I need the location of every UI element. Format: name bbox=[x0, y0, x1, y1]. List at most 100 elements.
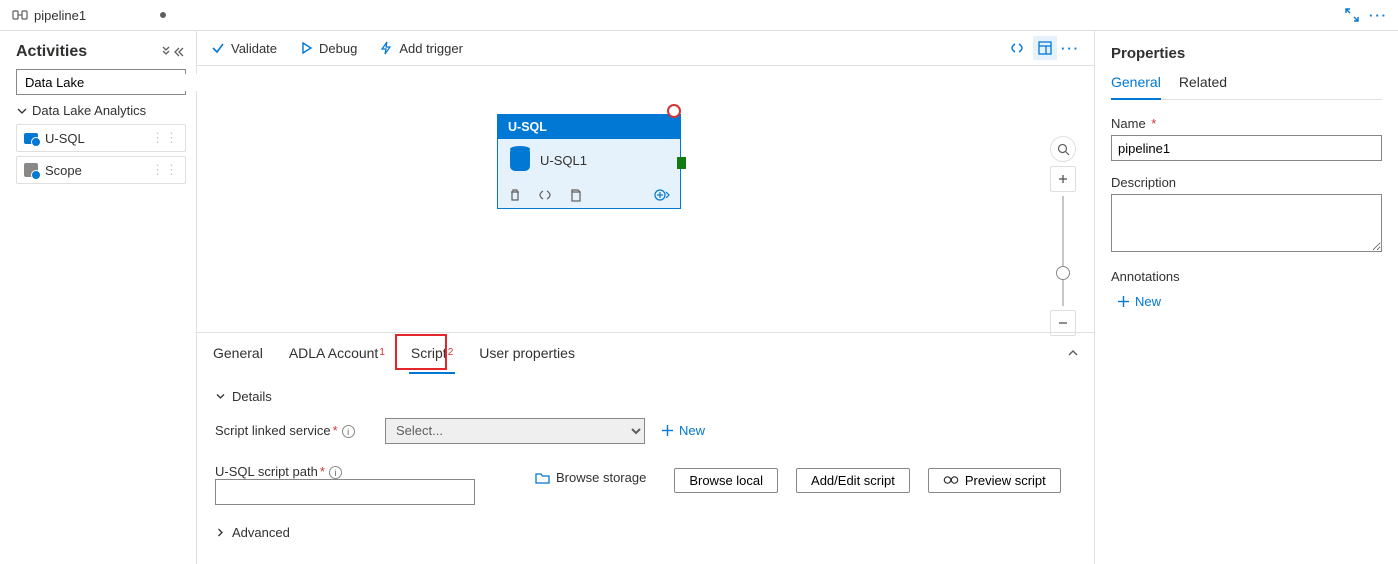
plus-icon bbox=[661, 424, 674, 437]
activities-title: Activities bbox=[16, 43, 186, 61]
main-layout: Activities Data Lake Analytics U-SQL ⋮⋮ … bbox=[0, 31, 1398, 564]
debug-button[interactable]: Debug bbox=[299, 41, 357, 56]
activity-item-usql[interactable]: U-SQL ⋮⋮ bbox=[16, 124, 186, 152]
top-tab-bar: pipeline1 ··· bbox=[0, 0, 1398, 31]
zoom-slider[interactable] bbox=[1062, 196, 1064, 306]
name-field-label: Name * bbox=[1111, 116, 1382, 131]
script-path-row: U-SQL script path*i Browse storage Brows… bbox=[215, 464, 1076, 506]
database-icon bbox=[510, 149, 530, 171]
properties-panel: Properties General Related Name * Descri… bbox=[1094, 31, 1398, 564]
properties-toggle-icon[interactable] bbox=[1033, 36, 1057, 60]
bottom-panel: General ADLA Account1 Script2 User prope… bbox=[197, 332, 1094, 564]
scope-icon bbox=[23, 162, 39, 178]
node-body: U-SQL1 bbox=[498, 139, 680, 182]
toolbar-more-icon[interactable]: ··· bbox=[1061, 41, 1080, 56]
expand-icon[interactable] bbox=[1345, 8, 1359, 22]
copy-icon[interactable] bbox=[568, 188, 582, 202]
properties-tab-related[interactable]: Related bbox=[1179, 74, 1227, 99]
pipeline-toolbar: Validate Debug Add trigger ··· bbox=[197, 31, 1094, 66]
add-output-icon[interactable] bbox=[654, 188, 670, 202]
preview-script-button[interactable]: Preview script bbox=[928, 468, 1061, 493]
info-icon[interactable]: i bbox=[342, 425, 355, 438]
info-icon[interactable]: i bbox=[329, 466, 342, 479]
bottom-content: Details Script linked service*i Select..… bbox=[197, 373, 1094, 564]
properties-tab-general[interactable]: General bbox=[1111, 74, 1161, 100]
browse-storage-button[interactable]: Browse storage bbox=[535, 470, 646, 485]
pipeline-icon bbox=[12, 7, 28, 23]
drag-grip-icon: ⋮⋮ bbox=[151, 130, 179, 146]
browse-storage-label: Browse storage bbox=[556, 470, 646, 485]
preview-icon bbox=[943, 475, 959, 485]
node-output-handle[interactable] bbox=[677, 157, 686, 169]
validate-button[interactable]: Validate bbox=[211, 41, 277, 56]
tab-script[interactable]: Script2 bbox=[409, 333, 455, 373]
unsaved-indicator-icon bbox=[160, 12, 166, 18]
linked-service-label: Script linked service*i bbox=[215, 423, 385, 439]
drag-grip-icon: ⋮⋮ bbox=[151, 162, 179, 178]
pipeline-tab[interactable]: pipeline1 bbox=[0, 0, 178, 30]
center-area: Validate Debug Add trigger ··· U-SQL bbox=[197, 31, 1094, 564]
chevron-down-icon bbox=[215, 391, 226, 402]
panel-collapse-chevron-icon[interactable] bbox=[1066, 346, 1080, 360]
details-section-header[interactable]: Details bbox=[215, 389, 1076, 404]
preview-script-label: Preview script bbox=[965, 473, 1046, 488]
add-trigger-label: Add trigger bbox=[399, 41, 463, 56]
zoom-thumb[interactable] bbox=[1056, 266, 1070, 280]
advanced-section-header[interactable]: Advanced bbox=[215, 525, 1076, 540]
usql-icon bbox=[23, 130, 39, 146]
new-annotation-button[interactable]: New bbox=[1117, 294, 1382, 309]
linked-service-row: Script linked service*i Select... New bbox=[215, 418, 1076, 444]
node-status-icon bbox=[667, 104, 681, 118]
more-menu-icon[interactable]: ··· bbox=[1369, 8, 1388, 23]
properties-tabs: General Related bbox=[1111, 74, 1382, 100]
plus-icon bbox=[1117, 295, 1130, 308]
new-label: New bbox=[679, 423, 705, 438]
validate-label: Validate bbox=[231, 41, 277, 56]
activity-group-header[interactable]: Data Lake Analytics bbox=[16, 103, 186, 118]
add-trigger-button[interactable]: Add trigger bbox=[379, 41, 463, 56]
zoom-in-button[interactable] bbox=[1050, 166, 1076, 192]
new-linked-service-button[interactable]: New bbox=[661, 423, 705, 438]
activities-panel: Activities Data Lake Analytics U-SQL ⋮⋮ … bbox=[0, 31, 197, 564]
chevron-down-icon bbox=[16, 105, 28, 117]
tab-general[interactable]: General bbox=[211, 333, 265, 373]
delete-icon[interactable] bbox=[508, 188, 522, 202]
code-icon[interactable] bbox=[538, 188, 552, 202]
script-path-input[interactable] bbox=[215, 479, 475, 505]
tab-adla-account[interactable]: ADLA Account1 bbox=[287, 333, 387, 373]
node-footer bbox=[498, 182, 680, 208]
advanced-label: Advanced bbox=[232, 525, 290, 540]
callout-badge-2: 2 bbox=[448, 347, 454, 358]
activity-item-label: U-SQL bbox=[45, 131, 85, 146]
panel-collapse-icons[interactable] bbox=[160, 46, 186, 58]
activity-group-label: Data Lake Analytics bbox=[32, 103, 146, 118]
activity-item-label: Scope bbox=[45, 163, 82, 178]
script-path-label: U-SQL script path*i bbox=[215, 464, 385, 480]
activity-item-scope[interactable]: Scope ⋮⋮ bbox=[16, 156, 186, 184]
zoom-controls bbox=[1050, 136, 1076, 340]
details-label: Details bbox=[232, 389, 272, 404]
pipeline-canvas[interactable]: U-SQL U-SQL1 bbox=[197, 66, 1094, 332]
add-edit-script-button[interactable]: Add/Edit script bbox=[796, 468, 910, 493]
browse-local-button[interactable]: Browse local bbox=[674, 468, 778, 493]
activity-search[interactable] bbox=[16, 69, 186, 95]
toolbar-right: ··· bbox=[1005, 36, 1080, 60]
linked-service-select[interactable]: Select... bbox=[385, 418, 645, 444]
node-header: U-SQL bbox=[498, 115, 680, 139]
canvas-search-button[interactable] bbox=[1050, 136, 1076, 162]
top-actions: ··· bbox=[1345, 8, 1398, 23]
pipeline-tab-name: pipeline1 bbox=[34, 8, 152, 23]
annotations-label: Annotations bbox=[1111, 269, 1382, 284]
activities-title-text: Activities bbox=[16, 43, 87, 61]
pipeline-name-input[interactable] bbox=[1111, 135, 1382, 161]
chevron-right-icon bbox=[215, 527, 226, 538]
callout-badge-1: 1 bbox=[379, 347, 385, 358]
code-view-icon[interactable] bbox=[1005, 36, 1029, 60]
canvas-node-usql[interactable]: U-SQL U-SQL1 bbox=[497, 114, 681, 209]
pipeline-description-input[interactable] bbox=[1111, 194, 1382, 252]
activity-search-input[interactable] bbox=[23, 74, 203, 91]
tab-user-properties[interactable]: User properties bbox=[477, 333, 577, 373]
folder-icon bbox=[535, 471, 550, 484]
node-name-label: U-SQL1 bbox=[540, 153, 587, 168]
description-field-label: Description bbox=[1111, 175, 1382, 190]
